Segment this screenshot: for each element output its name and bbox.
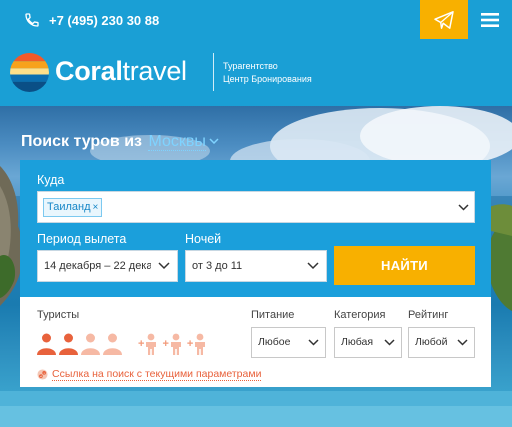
coral-logo-icon <box>10 53 49 92</box>
tourists-label: Туристы <box>37 309 80 321</box>
departure-city-link[interactable]: Москвы <box>148 133 206 151</box>
rating-label: Рейтинг <box>408 309 449 321</box>
chevron-down-icon <box>457 339 468 346</box>
plus-icon: + <box>162 338 169 350</box>
phone-number[interactable]: +7 (495) 230 30 88 <box>49 13 159 28</box>
departure-period-label: Период вылета <box>37 232 127 246</box>
child-icon <box>146 333 157 355</box>
top-bar: +7 (495) 230 30 88 <box>0 0 512 39</box>
rating-value: Любой <box>415 336 448 348</box>
find-button[interactable]: НАЙТИ <box>334 246 475 285</box>
brand-bold: Coral <box>55 56 123 86</box>
search-permalink[interactable]: Ссылка на поиск с текущими параметрами <box>52 368 262 381</box>
search-link-row: Ссылка на поиск с текущими параметрами <box>37 368 262 381</box>
search-title: Поиск туров из Москвы <box>21 133 219 151</box>
nights-value: от 3 до 11 <box>192 260 243 272</box>
plus-icon: + <box>186 338 194 350</box>
plus-icon: + <box>138 338 145 350</box>
logo-tagline: Турагентство Центр Бронирования <box>223 60 312 86</box>
tagline-line2: Центр Бронирования <box>223 74 312 84</box>
add-child-button[interactable]: + <box>162 333 181 355</box>
link-icon <box>37 369 48 380</box>
logo-divider <box>213 53 214 91</box>
chevron-down-icon <box>151 251 177 281</box>
destination-input[interactable]: Таиланд × <box>37 191 475 223</box>
chevron-down-icon[interactable] <box>458 204 469 211</box>
logo-band: Coraltravel Турагентство Центр Бронирова… <box>0 39 512 106</box>
departure-period-select[interactable]: 14 декабря – 22 декабря <box>37 250 178 282</box>
tagline-line1: Турагентство <box>223 61 278 71</box>
category-value: Любая <box>341 336 374 348</box>
chevron-down-icon <box>308 339 319 346</box>
menu-button[interactable] <box>468 0 512 39</box>
destination-tag-text: Таиланд <box>47 201 91 213</box>
meal-select[interactable]: Любое <box>251 327 326 358</box>
meal-value: Любое <box>258 336 291 348</box>
hamburger-menu-icon <box>481 12 499 27</box>
child-icon <box>195 333 206 355</box>
adult-icon[interactable] <box>103 333 122 355</box>
chevron-down-icon[interactable] <box>209 138 219 144</box>
add-child-button[interactable]: + <box>138 333 157 355</box>
nights-select[interactable]: от 3 до 11 <box>185 250 327 282</box>
category-label: Категория <box>334 309 386 321</box>
adult-icon[interactable] <box>59 333 78 355</box>
destination-label: Куда <box>37 173 65 187</box>
meal-label: Питание <box>251 309 295 321</box>
category-select[interactable]: Любая <box>334 327 402 358</box>
child-icon <box>170 333 181 355</box>
adult-icon[interactable] <box>37 333 56 355</box>
brand-light: travel <box>122 56 188 86</box>
remove-tag-icon[interactable]: × <box>93 199 99 216</box>
telegram-button[interactable] <box>420 0 468 39</box>
telegram-icon <box>434 10 454 29</box>
search-title-prefix: Поиск туров из <box>21 133 142 150</box>
nights-label: Ночей <box>185 232 222 246</box>
adult-icon[interactable] <box>81 333 100 355</box>
destination-tag[interactable]: Таиланд × <box>43 198 103 217</box>
rating-select[interactable]: Любой <box>408 327 475 358</box>
chevron-down-icon <box>307 262 319 270</box>
phone-contact[interactable]: +7 (495) 230 30 88 <box>24 11 159 29</box>
brand-name[interactable]: Coraltravel <box>55 56 187 87</box>
tourists-selector[interactable]: + + + <box>37 333 206 355</box>
add-child-button[interactable]: + <box>187 333 206 355</box>
chevron-down-icon <box>384 339 395 346</box>
phone-icon <box>25 13 39 27</box>
